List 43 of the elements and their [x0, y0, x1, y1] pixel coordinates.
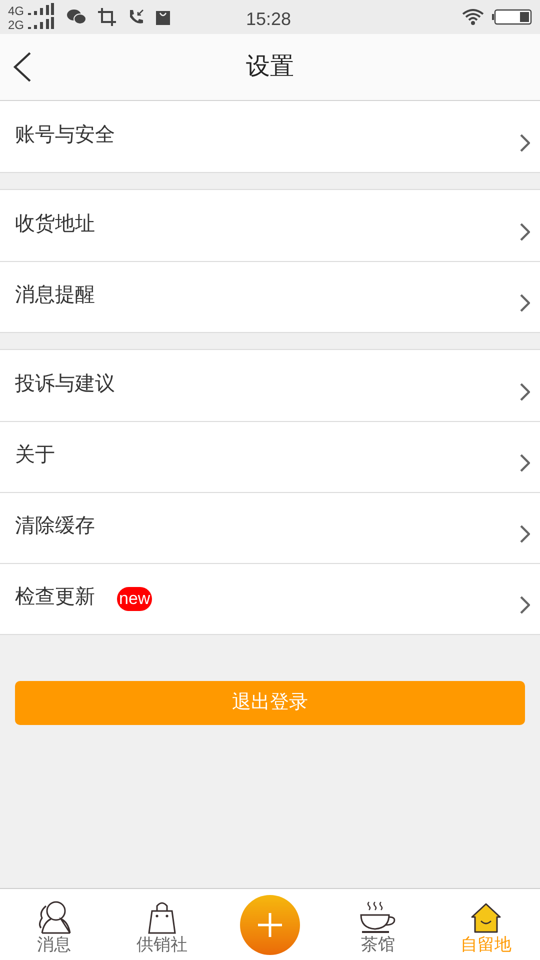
screenshot-icon: [98, 8, 116, 26]
shopping-bag-icon: [146, 900, 178, 934]
page-title: 设置: [246, 52, 294, 82]
back-icon: [12, 52, 32, 82]
nav-tab[interactable]: 消息: [0, 889, 108, 960]
wifi-icon: [462, 9, 484, 25]
chat-bubbles-icon: [66, 9, 86, 25]
row-label: 账号与安全: [15, 122, 115, 148]
row-label: 收货地址: [15, 212, 95, 236]
chevron-right-icon: [520, 222, 530, 240]
settings-row[interactable]: 关于: [0, 421, 540, 492]
row-label: 检查更新: [15, 585, 95, 610]
bag-icon: [156, 9, 170, 25]
plus-icon: [257, 912, 283, 938]
nav-tab[interactable]: 茶馆: [324, 889, 432, 960]
settings-row[interactable]: 检查更新 new: [0, 563, 540, 634]
settings-row[interactable]: 清除缓存: [0, 492, 540, 563]
settings-row[interactable]: 收货地址: [0, 190, 540, 261]
row-label: 消息提醒: [15, 283, 95, 308]
new-badge: new: [117, 587, 152, 611]
settings-row[interactable]: 投诉与建议: [0, 350, 540, 421]
chevron-right-icon: [520, 134, 530, 152]
teacup-icon: [359, 900, 397, 934]
signal-icon: [28, 17, 54, 31]
settings-row[interactable]: 消息提醒: [0, 261, 540, 332]
clock-time: 15:28: [246, 8, 292, 31]
row-label: 关于: [15, 443, 55, 468]
phone-icon: [128, 9, 144, 25]
chevron-right-icon: [520, 596, 530, 614]
chevron-right-icon: [520, 454, 530, 472]
person-icon: [36, 900, 72, 934]
row-label: 清除缓存: [15, 514, 95, 539]
house-icon: [470, 902, 502, 934]
nav-tab[interactable]: 供销社: [108, 889, 216, 960]
row-label: 投诉与建议: [15, 372, 115, 396]
chevron-right-icon: [520, 294, 530, 312]
battery-icon: [492, 9, 532, 25]
network-label: 2G: [8, 19, 24, 31]
network-label: 4G: [8, 5, 24, 17]
chevron-right-icon: [520, 525, 530, 543]
settings-row[interactable]: 账号与安全: [0, 101, 540, 172]
chevron-right-icon: [520, 382, 530, 400]
signal-icon: [28, 3, 54, 17]
